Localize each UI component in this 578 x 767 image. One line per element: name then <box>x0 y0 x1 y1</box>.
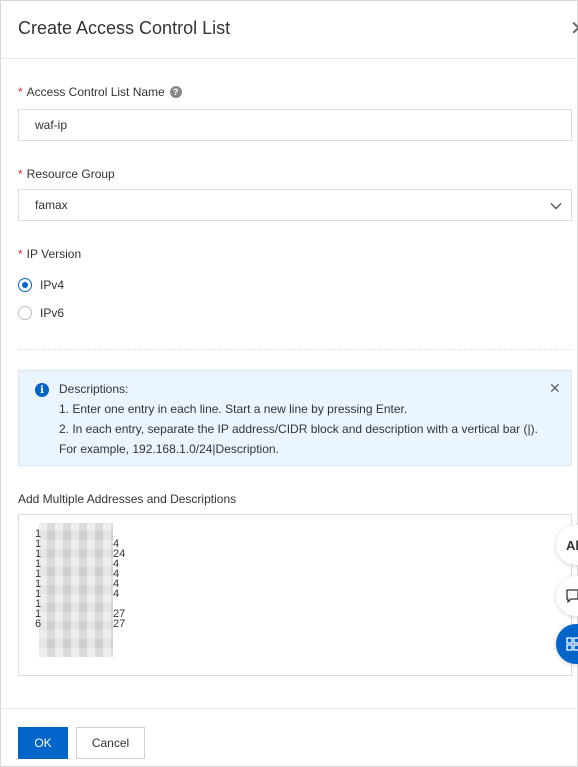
acl-name-label: * Access Control List Name ? <box>18 85 182 99</box>
cancel-button[interactable]: Cancel <box>76 727 145 759</box>
ok-button[interactable]: OK <box>18 727 68 759</box>
address-line: 1 27 <box>35 608 126 620</box>
notice-line-3: For example, 192.168.1.0/24|Description. <box>59 442 279 456</box>
address-line: 1 <box>35 598 42 610</box>
address-line: 6 27 <box>35 618 126 630</box>
addresses-label: Add Multiple Addresses and Descriptions <box>18 492 237 506</box>
resource-group-select[interactable]: famax <box>18 189 572 221</box>
ai-assistant-label: Al <box>566 537 578 553</box>
radio-ipv4-label: IPv4 <box>40 278 65 292</box>
divider <box>18 349 572 350</box>
dialog-header: Create Access Control List ✕ <box>0 0 578 59</box>
required-mark: * <box>18 247 23 261</box>
radio-ipv4[interactable]: IPv4 <box>18 278 64 292</box>
address-line: 14 <box>35 588 120 600</box>
radio-ipv6-label: IPv6 <box>40 306 65 320</box>
close-icon[interactable]: ✕ <box>570 16 578 41</box>
notice-line-2: 2. In each entry, separate the IP addres… <box>59 422 538 436</box>
radio-circle-checked[interactable] <box>18 278 32 292</box>
address-line: 14 <box>35 578 120 590</box>
notice-title: Descriptions: <box>59 382 129 396</box>
help-icon[interactable]: ? <box>169 86 182 98</box>
address-line: 14 <box>35 538 120 550</box>
ip-version-label: * IP Version <box>18 247 81 261</box>
descriptions-notice: i ✕ Descriptions: 1. Enter one entry in … <box>18 370 572 466</box>
acl-name-input[interactable] <box>18 109 572 141</box>
resource-group-label-text: Resource Group <box>26 167 115 181</box>
notice-close-icon[interactable]: ✕ <box>549 380 561 397</box>
resource-group-label: * Resource Group <box>18 167 115 181</box>
dialog-title: Create Access Control List <box>18 18 231 38</box>
address-line: 1 <box>35 528 42 540</box>
addresses-textarea[interactable]: 1 14 1 24 14 14 14 14 1 1 27 6 27 <box>18 514 572 676</box>
feedback-icon <box>566 589 578 603</box>
grid-icon <box>566 637 578 651</box>
radio-circle[interactable] <box>18 306 32 320</box>
ip-version-label-text: IP Version <box>26 247 82 261</box>
acl-name-label-text: Access Control List Name <box>26 85 165 99</box>
resource-group-value: famax <box>35 198 68 212</box>
address-line: 14 <box>35 558 120 570</box>
required-mark: * <box>18 167 23 181</box>
info-icon: i <box>35 383 49 397</box>
required-mark: * <box>18 85 23 99</box>
chevron-down-icon <box>550 203 562 210</box>
address-line: 1 24 <box>35 548 126 560</box>
address-line: 14 <box>35 568 120 580</box>
radio-ipv6[interactable]: IPv6 <box>18 306 64 320</box>
notice-line-1: 1. Enter one entry in each line. Start a… <box>59 402 408 416</box>
